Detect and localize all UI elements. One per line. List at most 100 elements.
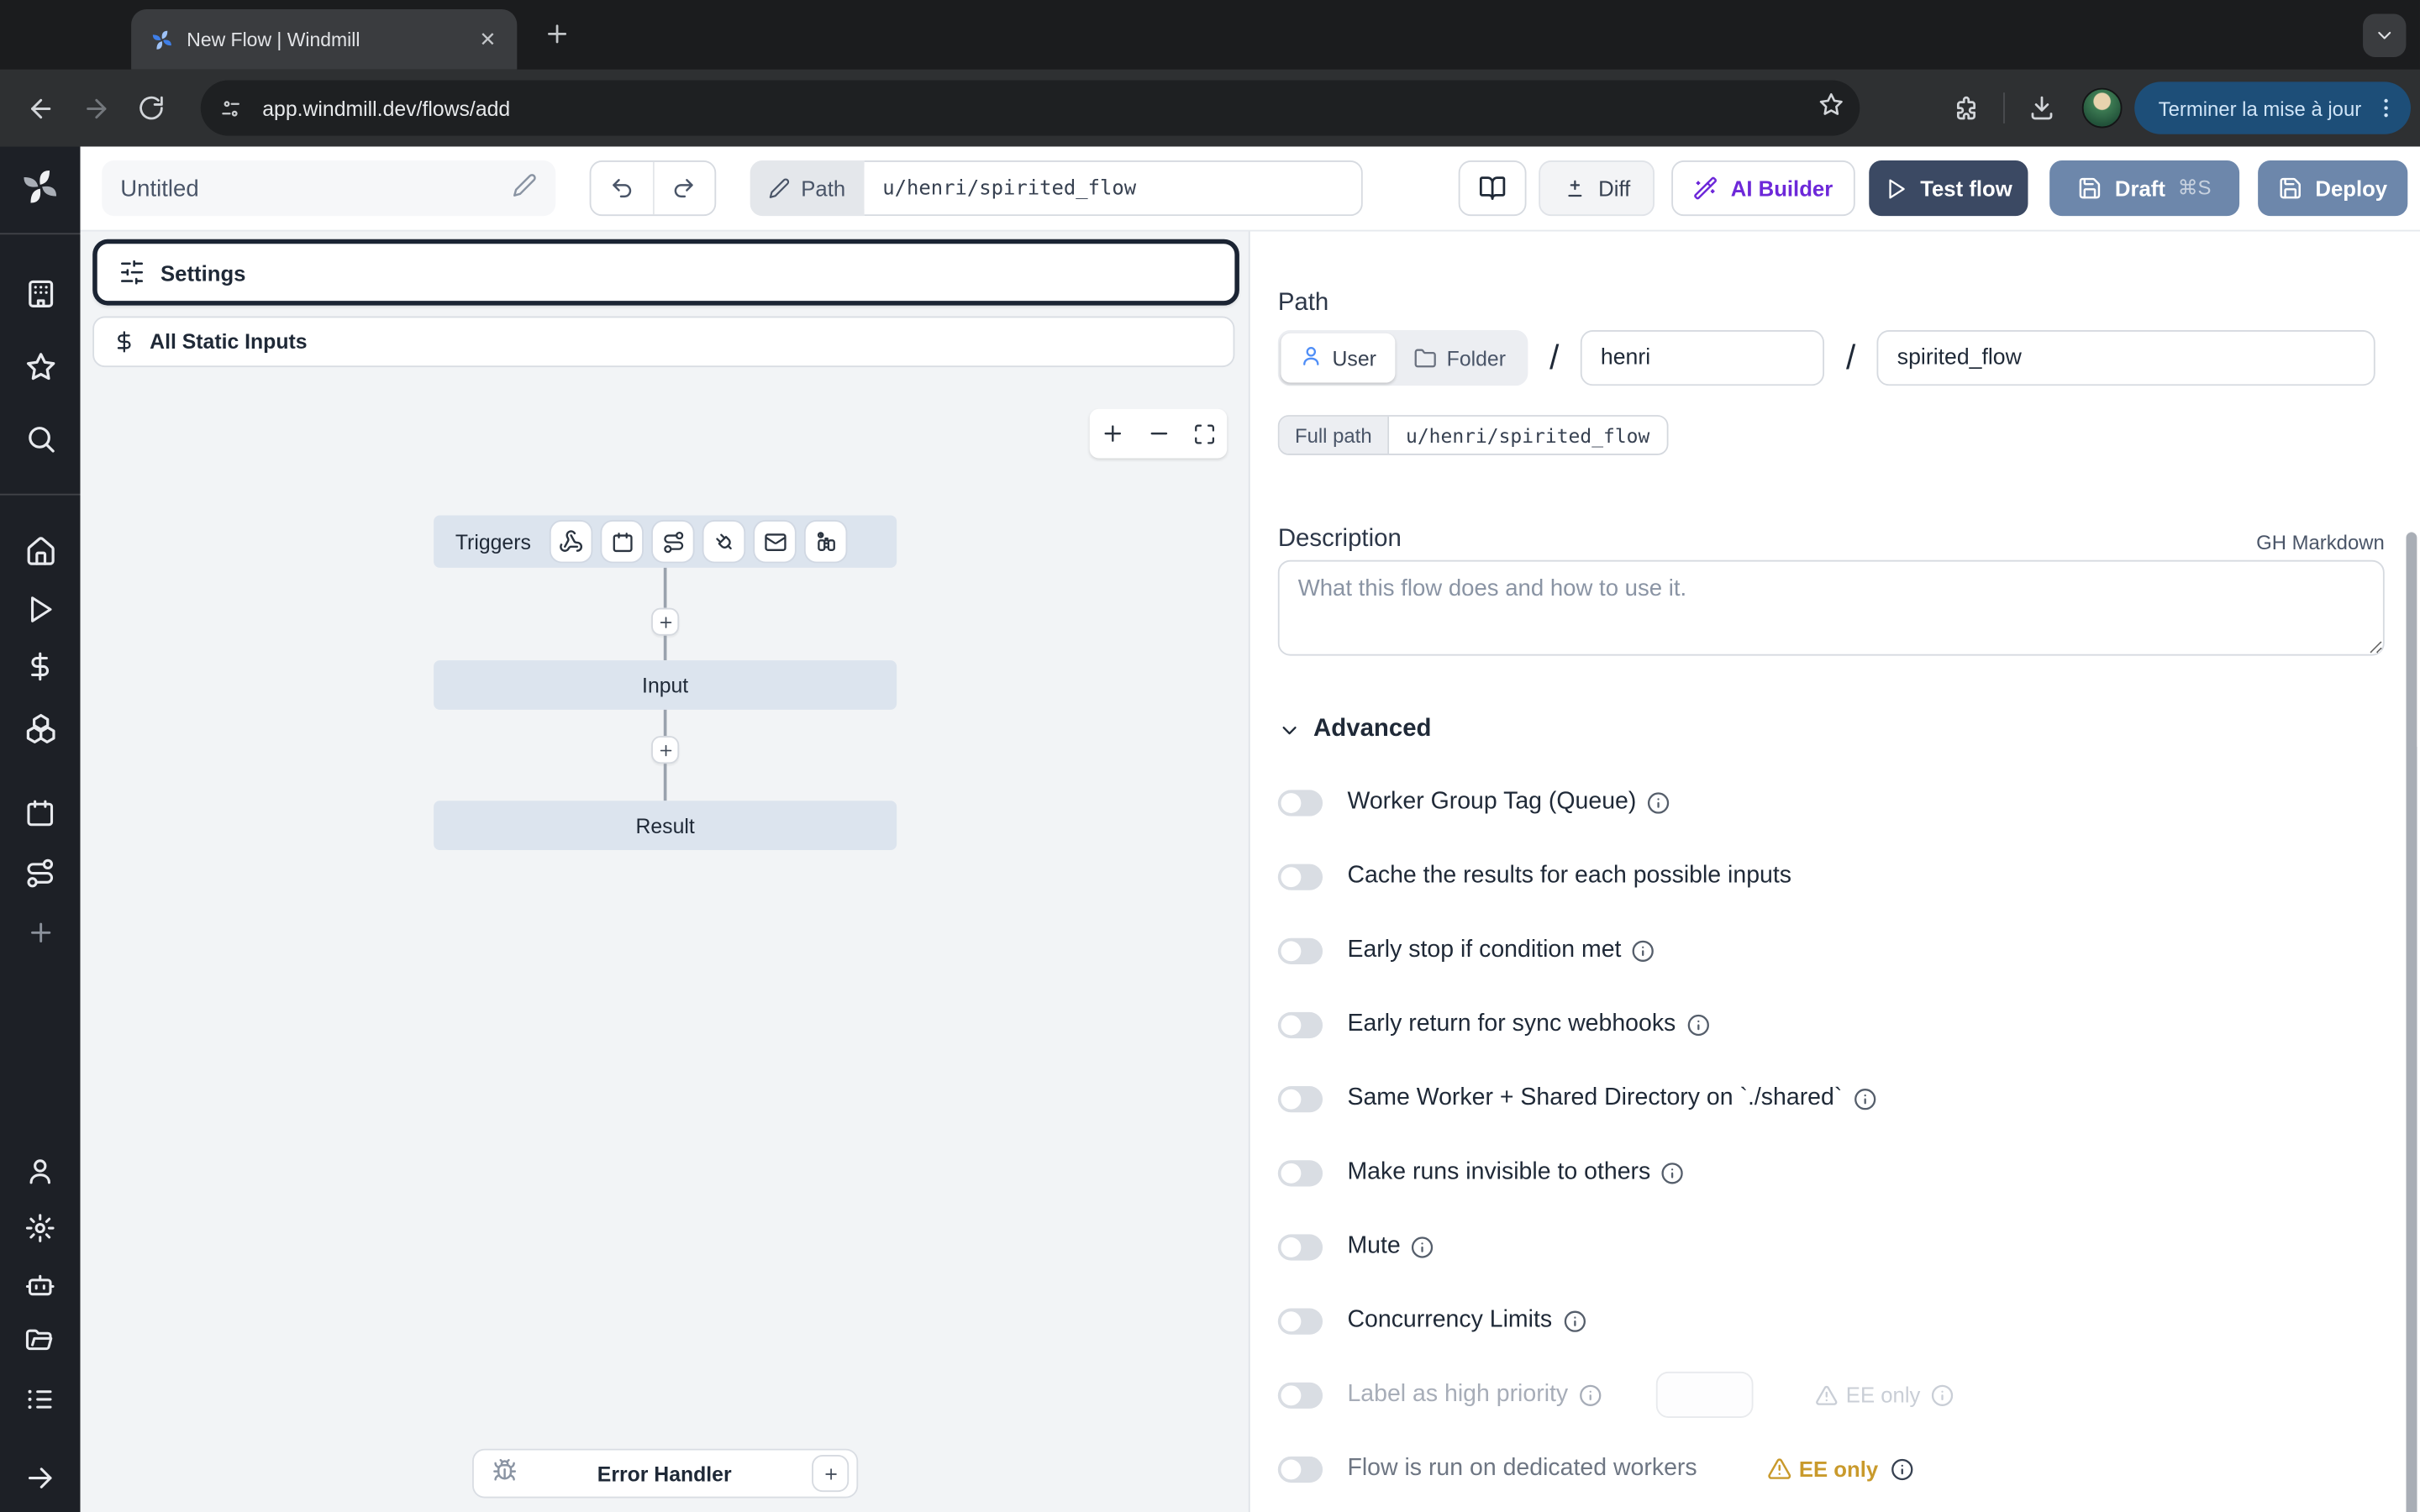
sidebar-item-schedules[interactable] (0, 793, 81, 833)
edit-pencil-icon[interactable] (513, 172, 537, 205)
result-node[interactable]: Result (434, 801, 897, 850)
sidebar-item-settings[interactable] (0, 1208, 81, 1248)
path-owner-input[interactable] (1581, 330, 1824, 386)
triggers-node[interactable]: Triggers (434, 515, 897, 567)
settings-card[interactable]: Settings (92, 239, 1239, 306)
insert-step-button[interactable] (651, 608, 679, 636)
ee-only-label: EE only (1799, 1457, 1878, 1481)
description-textarea[interactable] (1278, 560, 2385, 656)
sidebar-divider (0, 233, 81, 234)
tab-close-icon[interactable]: ✕ (474, 25, 502, 53)
sidebar-item-resources[interactable] (0, 706, 81, 747)
invisible-runs-toggle[interactable] (1278, 1159, 1323, 1185)
download-icon[interactable] (2013, 81, 2069, 136)
diff-button[interactable]: Diff (1539, 160, 1655, 216)
sidebar-item-workspace[interactable] (0, 273, 81, 313)
info-icon[interactable] (1412, 1235, 1435, 1258)
http-route-trigger-icon[interactable] (653, 522, 693, 562)
sidebar-item-audit-logs[interactable] (0, 1379, 81, 1420)
early-return-toggle[interactable] (1278, 1011, 1323, 1037)
info-icon[interactable] (1632, 939, 1655, 963)
owner-kind-folder[interactable]: Folder (1395, 333, 1524, 383)
sidebar-item-folders[interactable] (0, 1322, 81, 1362)
site-info-icon[interactable] (210, 88, 250, 129)
docs-button[interactable] (1459, 160, 1527, 216)
sidebar-item-workers[interactable] (0, 1265, 81, 1305)
path-name-input[interactable] (1877, 330, 2375, 386)
info-icon[interactable] (1661, 1161, 1685, 1184)
browser-tab[interactable]: New Flow | Windmill ✕ (131, 9, 517, 70)
schedule-trigger-icon[interactable] (602, 522, 642, 562)
path-chip[interactable]: Path (750, 160, 865, 216)
ee-only-label: EE only (1846, 1383, 1921, 1407)
info-icon[interactable] (1686, 1013, 1710, 1037)
windmill-logo[interactable] (0, 166, 81, 207)
profile-avatar[interactable] (2081, 88, 2122, 129)
back-icon[interactable] (13, 81, 68, 136)
fit-view-button[interactable] (1181, 409, 1227, 459)
edge-line (664, 764, 666, 801)
sidebar-item-variables[interactable] (0, 647, 81, 687)
webhook-trigger-icon[interactable] (551, 522, 592, 562)
watch-poll-trigger-icon[interactable] (806, 522, 846, 562)
cache-results-toggle[interactable] (1278, 864, 1323, 890)
insert-step-button[interactable] (651, 736, 679, 764)
info-icon[interactable] (1647, 790, 1670, 814)
save-draft-button[interactable]: Draft ⌘S (2049, 160, 2239, 216)
websocket-plug-trigger-icon[interactable] (704, 522, 744, 562)
undo-button[interactable] (591, 162, 653, 214)
priority-value-input[interactable] (1656, 1372, 1754, 1418)
sidebar-item-runs[interactable] (0, 590, 81, 630)
early-stop-toggle[interactable] (1278, 937, 1323, 963)
info-icon[interactable] (1579, 1383, 1602, 1407)
path-input[interactable] (864, 160, 1362, 216)
chevron-down-icon (1278, 718, 1302, 742)
ai-builder-button[interactable]: AI Builder (1671, 160, 1855, 216)
reload-icon[interactable] (124, 81, 179, 136)
input-node[interactable]: Input (434, 660, 897, 710)
sidebar-expand-arrow-icon[interactable] (0, 1458, 81, 1499)
new-tab-icon[interactable] (544, 20, 571, 55)
info-icon[interactable] (1891, 1457, 1914, 1481)
info-icon[interactable] (1563, 1309, 1586, 1332)
zoom-in-button[interactable] (1090, 409, 1135, 459)
path-editor: Path (750, 160, 1363, 216)
sidebar-item-routes[interactable] (0, 853, 81, 894)
forward-icon[interactable] (68, 81, 124, 136)
tab-search-chevron-icon[interactable] (2363, 14, 2406, 57)
error-handler-node[interactable]: Error Handler (472, 1449, 858, 1499)
deploy-button[interactable]: Deploy (2258, 160, 2407, 216)
worker-group-tag-toggle[interactable] (1278, 789, 1323, 815)
flow-canvas[interactable]: Settings All Static Inputs Triggers (81, 232, 1250, 1512)
chrome-update-button[interactable]: Terminer la mise à jour (2133, 81, 2411, 134)
owner-kind-user[interactable]: User (1281, 333, 1395, 383)
add-error-handler-button[interactable] (812, 1455, 849, 1492)
mute-toggle[interactable] (1278, 1233, 1323, 1259)
sidebar-item-home[interactable] (0, 531, 81, 571)
email-trigger-icon[interactable] (755, 522, 795, 562)
dedicated-workers-toggle[interactable] (1278, 1456, 1323, 1482)
sidebar-item-search[interactable] (0, 418, 81, 459)
folder-icon (1414, 346, 1438, 370)
redo-button[interactable] (654, 162, 715, 214)
flow-title-field[interactable]: Untitled (102, 160, 555, 216)
same-worker-toggle[interactable] (1278, 1085, 1323, 1111)
browser-menu-kebab-icon[interactable] (2374, 96, 2398, 120)
draft-shortcut: ⌘S (2178, 176, 2212, 200)
info-icon[interactable] (1931, 1383, 1954, 1407)
sidebar-item-add[interactable] (0, 912, 81, 953)
zoom-out-button[interactable] (1135, 409, 1181, 459)
sidebar-item-account[interactable] (0, 1151, 81, 1191)
toggle-label: Same Worker + Shared Directory on `./sha… (1347, 1084, 1842, 1112)
high-priority-toggle[interactable] (1278, 1382, 1323, 1408)
all-static-inputs-card[interactable]: All Static Inputs (92, 317, 1234, 368)
test-flow-button[interactable]: Test flow (1869, 160, 2028, 216)
address-bar[interactable]: app.windmill.dev/flows/add (201, 81, 1860, 136)
info-icon[interactable] (1853, 1087, 1876, 1110)
sidebar-item-favorites[interactable] (0, 345, 81, 386)
bookmark-star-icon[interactable] (1818, 91, 1844, 124)
panel-scrollbar[interactable] (2406, 533, 2417, 1512)
advanced-section-header[interactable]: Advanced (1278, 716, 2385, 743)
concurrency-limits-toggle[interactable] (1278, 1308, 1323, 1334)
extensions-puzzle-icon[interactable] (1938, 81, 1993, 136)
